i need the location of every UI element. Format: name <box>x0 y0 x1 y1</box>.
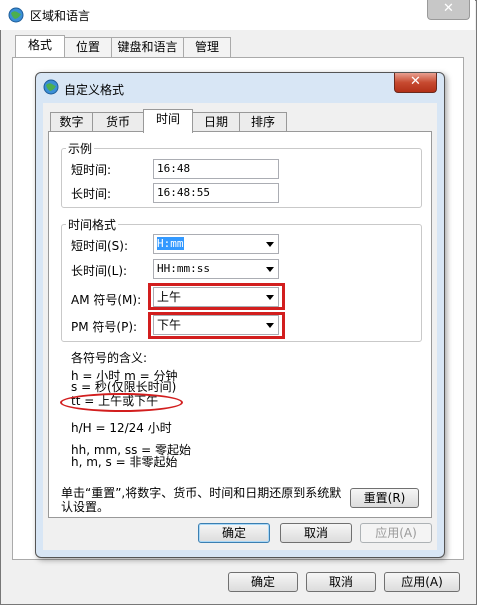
dialog-cancel-button[interactable]: 取消 <box>280 523 352 543</box>
chevron-down-icon[interactable] <box>266 267 274 272</box>
long-time-label: 长时间(L): <box>71 264 128 278</box>
tab-administrative[interactable]: 管理 <box>183 37 231 57</box>
long-time-value: HH:mm:ss <box>157 262 210 275</box>
sample-long-field: 16:48:55 <box>153 183 279 203</box>
sample-group-title: 示例 <box>66 140 95 157</box>
tab-sorting[interactable]: 排序 <box>239 112 287 132</box>
time-formats-group-title: 时间格式 <box>66 216 119 233</box>
globe-icon <box>43 79 59 95</box>
outer-ok-button[interactable]: 确定 <box>228 572 298 592</box>
tt-highlight-ellipse <box>60 393 183 412</box>
tab-time[interactable]: 时间 <box>143 109 193 133</box>
tab-currency[interactable]: 货币 <box>92 112 144 132</box>
legend-line: h, m, s = 非零起始 <box>71 455 178 469</box>
tab-format[interactable]: 格式 <box>15 35 65 58</box>
short-time-label: 短时间(S): <box>71 239 129 253</box>
legend-line: s = 秒(仅限长时间) <box>71 380 177 394</box>
outer-cancel-button[interactable]: 取消 <box>306 572 376 592</box>
dialog-apply-button: 应用(A) <box>360 523 432 543</box>
long-time-combo[interactable]: HH:mm:ss <box>153 259 279 279</box>
outer-apply-button[interactable]: 应用(A) <box>384 572 460 592</box>
chevron-down-icon[interactable] <box>266 323 274 328</box>
chevron-down-icon[interactable] <box>266 242 274 247</box>
dialog-ok-button[interactable]: 确定 <box>198 523 270 543</box>
legend-line: h/H = 12/24 小时 <box>71 421 172 435</box>
outer-close-button[interactable]: ✕ <box>427 0 470 20</box>
tab-date[interactable]: 日期 <box>192 112 240 132</box>
short-time-combo[interactable]: H:mm <box>153 234 279 254</box>
sample-long-label: 长时间: <box>71 187 112 201</box>
tab-location[interactable]: 位置 <box>64 37 112 57</box>
dialog-close-button[interactable]: ✕ <box>394 73 437 93</box>
pm-symbol-combo[interactable]: 下午 <box>153 315 279 335</box>
pm-symbol-label: PM 符号(P): <box>71 320 138 334</box>
tab-keyboards-languages[interactable]: 键盘和语言 <box>111 37 184 57</box>
chevron-down-icon[interactable] <box>266 295 274 300</box>
pm-symbol-value: 下午 <box>157 318 182 332</box>
am-symbol-value: 上午 <box>157 290 182 304</box>
dialog-title: 自定义格式 <box>64 83 125 97</box>
outer-window-title: 区域和语言 <box>30 9 91 23</box>
reset-button[interactable]: 重置(R) <box>350 488 419 508</box>
am-symbol-combo[interactable]: 上午 <box>153 287 279 307</box>
short-time-value: H:mm <box>157 237 184 250</box>
reset-note: 单击“重置”,将数字、货币、时间和日期还原到系统默认设置。 <box>61 486 342 514</box>
sample-short-field: 16:48 <box>153 159 279 179</box>
tab-numbers[interactable]: 数字 <box>50 112 93 132</box>
am-symbol-label: AM 符号(M): <box>71 293 142 307</box>
legend-heading: 各符号的含义: <box>71 351 148 365</box>
globe-icon <box>8 7 24 23</box>
sample-short-label: 短时间: <box>71 163 112 177</box>
